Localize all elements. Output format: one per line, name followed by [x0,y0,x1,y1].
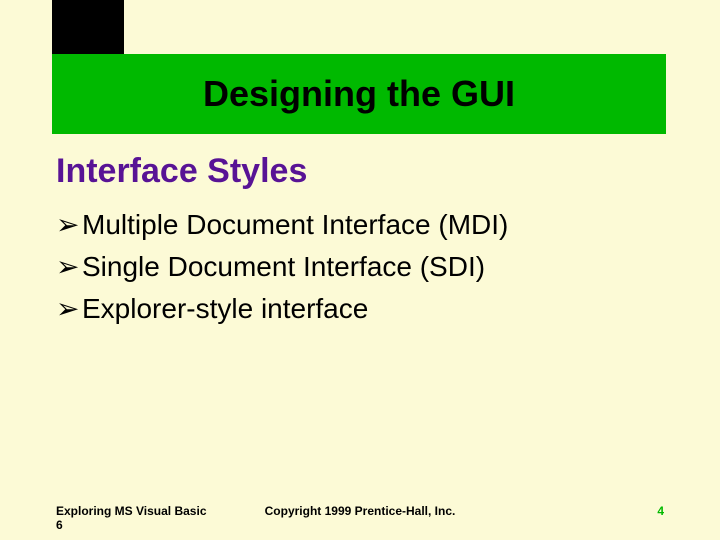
bullet-list: ➢Multiple Document Interface (MDI) ➢Sing… [56,204,656,330]
corner-decoration [52,0,124,54]
section-heading: Interface Styles [56,152,307,191]
bullet-icon: ➢ [56,246,82,288]
bullet-icon: ➢ [56,204,82,246]
list-item: ➢Multiple Document Interface (MDI) [56,204,656,246]
bullet-text: Multiple Document Interface (MDI) [82,209,508,240]
page-number: 4 [657,504,664,518]
slide: Designing the GUI Interface Styles ➢Mult… [0,0,720,540]
bullet-text: Single Document Interface (SDI) [82,251,485,282]
bullet-icon: ➢ [56,288,82,330]
footer-copyright: Copyright 1999 Prentice-Hall, Inc. [56,504,664,518]
bullet-text: Explorer-style interface [82,293,368,324]
list-item: ➢Explorer-style interface [56,288,656,330]
list-item: ➢Single Document Interface (SDI) [56,246,656,288]
slide-title: Designing the GUI [52,54,666,134]
